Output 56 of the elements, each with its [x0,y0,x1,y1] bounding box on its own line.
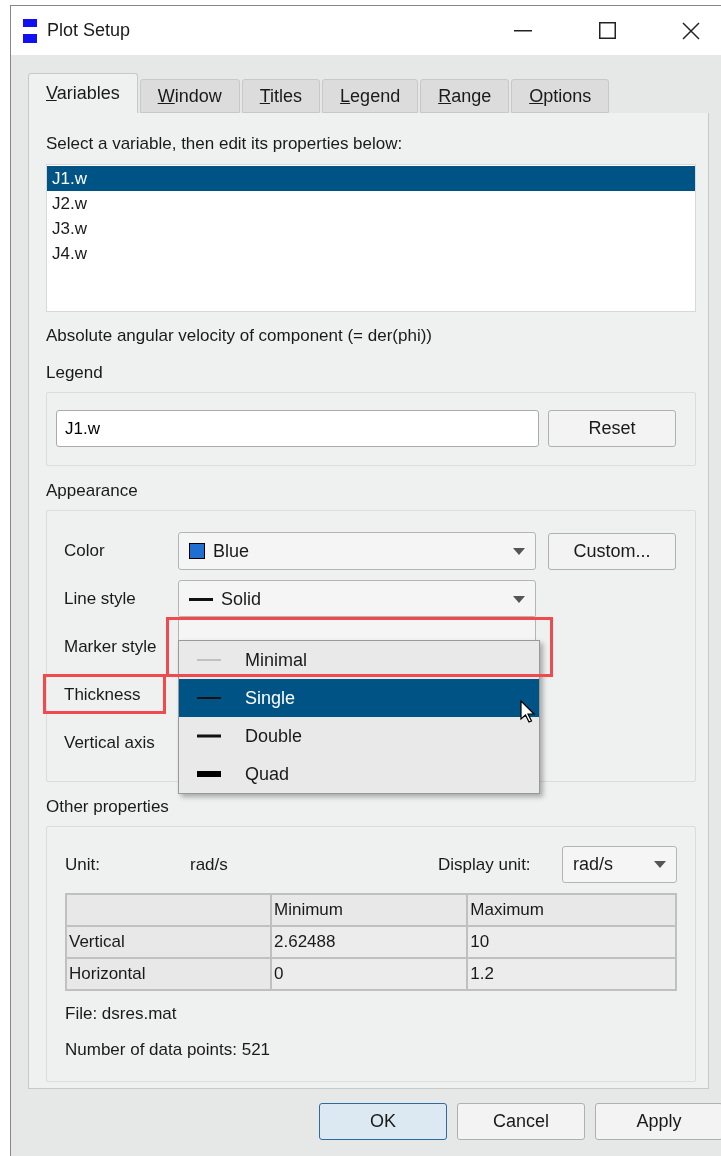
list-item[interactable]: J3.w [47,216,695,241]
list-item[interactable]: J1.w [47,166,695,191]
color-dropdown[interactable]: Blue [178,532,536,570]
table-cell: 2.62488 [271,926,468,958]
display-unit-label: Display unit: [438,854,531,876]
legend-field[interactable]: J1.w [56,410,539,447]
field-label: Marker style [64,637,158,657]
field-label: Line style [64,589,137,609]
menu-option[interactable]: Minimal [179,641,539,679]
menu-option[interactable]: Single [179,679,539,717]
reset-button[interactable]: Reset [548,410,676,447]
tab[interactable]: Legend [322,79,419,113]
caret-icon [513,547,525,555]
dialog-button[interactable]: Apply [595,1103,721,1140]
tab[interactable]: Range [420,79,510,113]
table-cell: 1.2 [467,958,676,990]
group-title: Legend [46,362,104,384]
menu-option[interactable]: Quad [179,755,539,793]
tab[interactable]: Options [511,79,610,113]
row-header: Vertical [66,926,271,958]
group-title: Other properties [46,796,170,818]
list-item[interactable]: J2.w [47,191,695,216]
tab[interactable]: Window [139,79,240,113]
window-title: Plot Setup [47,20,132,41]
table-cell: 10 [467,926,676,958]
row-header: Horizontal [66,958,271,990]
prompt-text: Select a variable, then edit its properties below: [46,133,404,155]
dialog-button[interactable]: OK [319,1103,447,1140]
close-icon [682,21,700,40]
cursor-icon [520,700,536,724]
column-header: Maximum [467,894,676,926]
unit-value: rad/s [190,854,228,876]
line-style-dropdown[interactable]: Solid [178,580,536,618]
column-header: Minimum [271,894,468,926]
caret-icon [513,595,525,603]
file-text: File: dsres.mat [65,1003,177,1025]
dialog-button[interactable]: Cancel [457,1103,585,1140]
tab[interactable]: Variables [28,73,138,113]
minimize-icon [514,29,532,32]
list-item[interactable]: J4.w [47,241,695,266]
custom-button[interactable]: Custom... [548,532,676,570]
caret-icon [654,861,666,868]
data-points-text: Number of data points: 521 [65,1039,271,1061]
description-text: Absolute angular velocity of component (= der(phi)) [46,325,433,347]
display-unit-dropdown[interactable]: rad/s [562,846,677,883]
app-icon [23,18,37,43]
maximize-icon [598,22,616,39]
group-title: Appearance [46,480,139,502]
unit-label: Unit: [65,854,100,876]
line-icon [189,597,213,601]
field-label: Vertical axis [64,733,156,753]
tab[interactable]: Titles [241,79,321,113]
field-label: Thickness [64,685,142,705]
table-cell: 0 [271,958,468,990]
menu-option[interactable]: Double [179,717,539,755]
field-label: Color [64,541,106,561]
